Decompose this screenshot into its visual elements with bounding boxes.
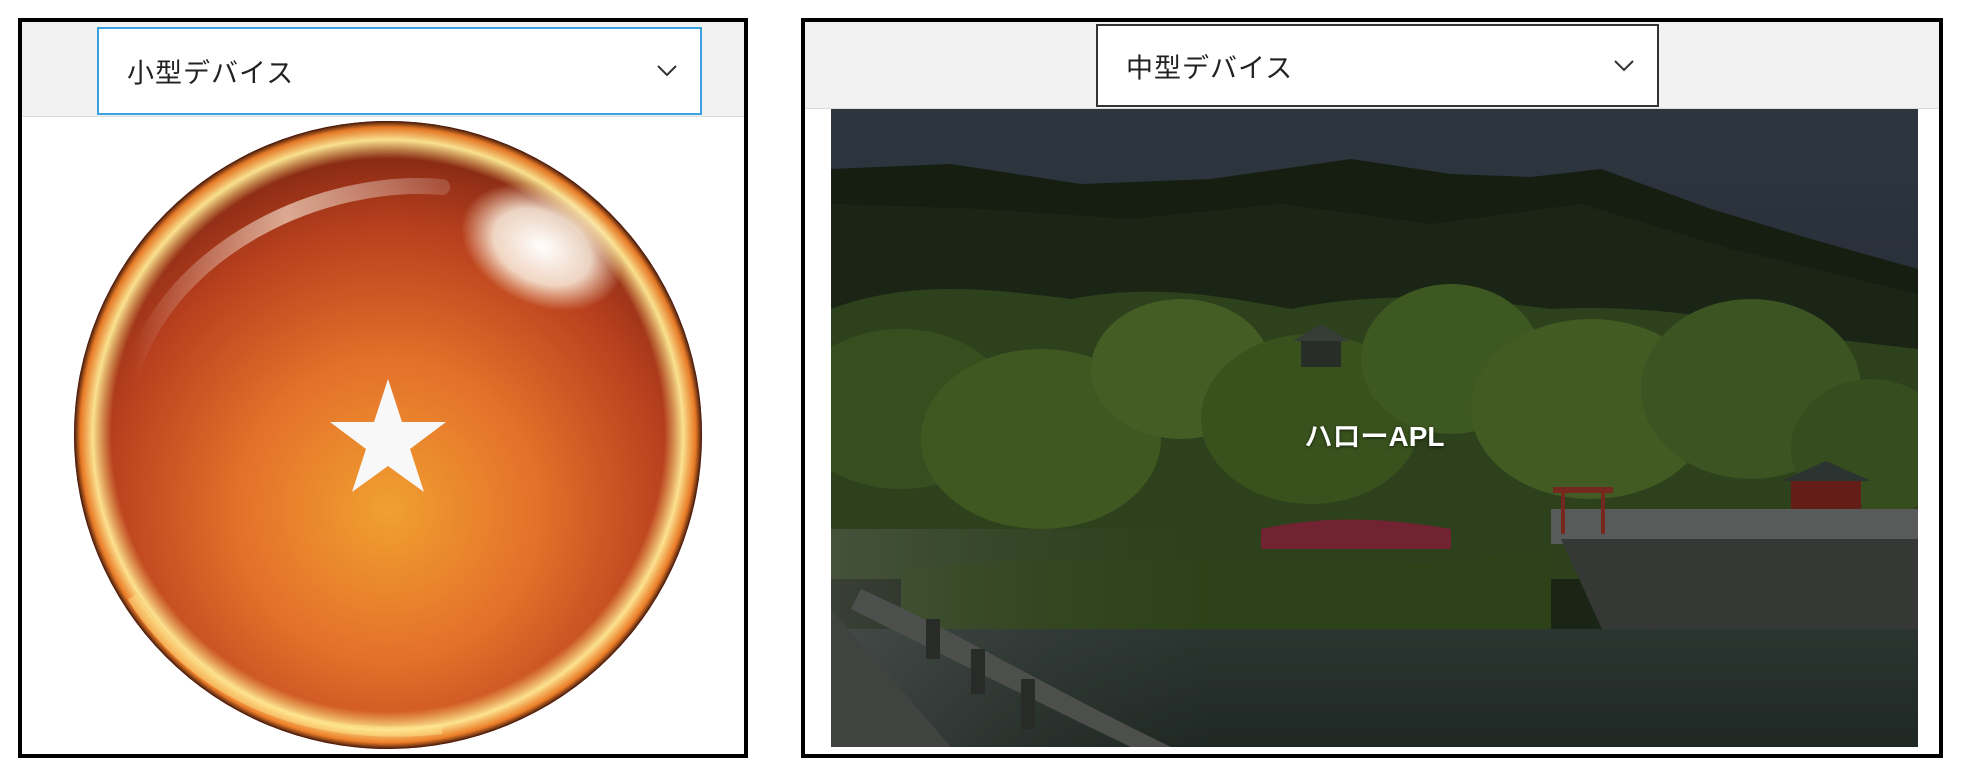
medium-device-preview: 中型デバイス ハローAPL (801, 18, 1943, 758)
device-toolbar: 小型デバイス (22, 22, 744, 117)
device-toolbar: 中型デバイス (805, 22, 1939, 109)
hello-apl-text: ハローAPL (1304, 421, 1445, 452)
device-size-label: 小型デバイス (127, 58, 295, 90)
small-device-preview: 小型デバイス (18, 18, 748, 758)
landscape-background-image: ハローAPL (831, 109, 1918, 747)
device-size-dropdown[interactable]: 小型デバイス (97, 27, 702, 115)
chevron-down-icon (657, 65, 677, 77)
dragon-ball-image (74, 121, 702, 749)
device-size-label: 中型デバイス (1126, 53, 1294, 84)
chevron-down-icon (1614, 59, 1634, 71)
device-size-dropdown[interactable]: 中型デバイス (1096, 24, 1659, 107)
ball-stage (22, 117, 744, 754)
